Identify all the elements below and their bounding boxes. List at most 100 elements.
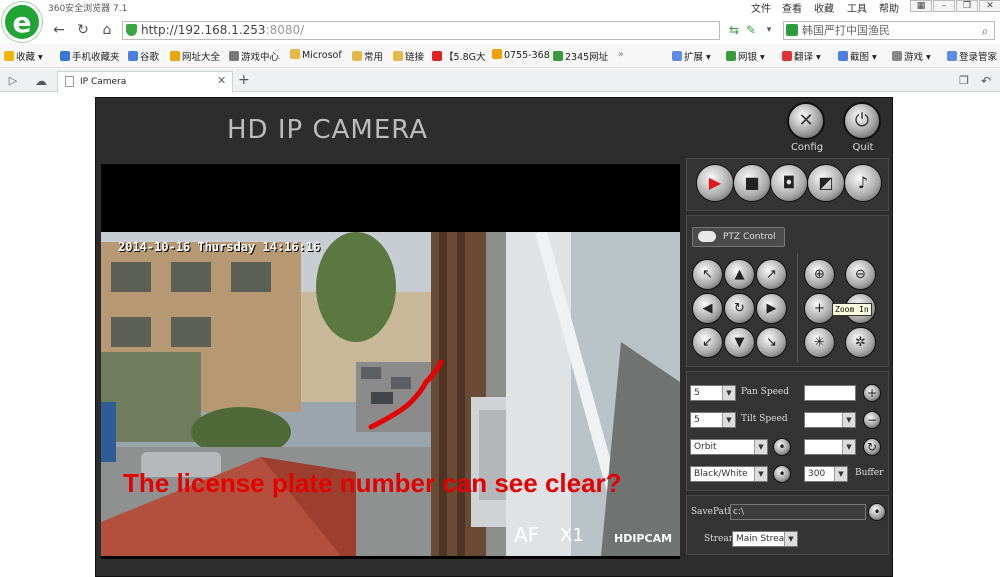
bookmark-games[interactable]: 游戏中心	[229, 49, 279, 63]
compat-mode-icon[interactable]: ⇆	[725, 21, 743, 39]
config-icon[interactable]: ✕	[787, 102, 825, 140]
bookmark-sites[interactable]: 网址大全	[170, 49, 220, 63]
undo-close-icon[interactable]: ↶	[977, 72, 995, 90]
bookmark-google[interactable]: 谷歌	[128, 49, 159, 63]
tool-translate[interactable]: 翻译 ▾	[782, 49, 821, 63]
scissors-icon	[838, 51, 848, 61]
sidebar-toggle-icon[interactable]: ▷	[4, 72, 22, 90]
iris-open-icon[interactable]: ✳	[804, 327, 835, 358]
color-mode-select[interactable]: Black/White ▼	[690, 466, 768, 482]
pan-speed-select[interactable]: 5 ▼	[690, 385, 736, 401]
refresh-icon[interactable]: ↻	[74, 21, 92, 39]
pan-speed-label: Pan Speed	[741, 387, 790, 397]
skin-icon[interactable]: ▦	[910, 0, 932, 12]
back-icon[interactable]: ←	[50, 21, 68, 39]
quit-label: Quit	[852, 142, 874, 153]
bookmark-2345[interactable]: 2345网址	[553, 49, 608, 63]
tab-ip-camera[interactable]: IP Camera	[57, 71, 233, 93]
tool-bank[interactable]: 网银 ▾	[726, 49, 765, 63]
bookmark-favorites[interactable]: 收藏 ▾	[4, 49, 43, 63]
color-mode-button[interactable]: •	[773, 465, 791, 483]
menu-favorites[interactable]: 收藏	[814, 0, 834, 15]
shield-icon	[726, 51, 736, 61]
microphone-icon[interactable]: ♪	[844, 164, 882, 202]
tilt-speed-select[interactable]: 5 ▼	[690, 412, 736, 428]
ptz-up-left-icon[interactable]: ↖	[692, 259, 723, 290]
gamepad-icon	[892, 51, 902, 61]
preset-select[interactable]: ▼	[804, 412, 856, 428]
restore-icon[interactable]: ❐	[956, 0, 978, 12]
tab-list-icon[interactable]: ❐	[955, 72, 973, 90]
zoom-out-icon[interactable]: ⊖	[845, 259, 876, 290]
search-icon[interactable]: ⌕	[976, 22, 994, 40]
snapshot-icon[interactable]: ◘	[770, 164, 808, 202]
ptz-down-left-icon[interactable]: ↙	[692, 327, 723, 358]
close-window-icon[interactable]: ✕	[979, 0, 1000, 12]
search-input[interactable]: 韩国严打中国渔民	[783, 21, 995, 40]
minimize-icon[interactable]: –	[933, 0, 955, 12]
call-preset-icon[interactable]: ↻	[863, 438, 881, 456]
stream-select[interactable]: Main Strea ▼	[732, 531, 798, 547]
menu-view[interactable]: 查看	[782, 0, 802, 15]
site-icon	[432, 51, 442, 61]
bookmark-links[interactable]: 链接	[393, 49, 424, 63]
ptz-down-icon[interactable]: ▼	[724, 327, 755, 358]
tool-login[interactable]: 登录管家	[947, 49, 997, 63]
ptz-control-label: PTZ Control	[723, 232, 776, 242]
folder-icon	[393, 51, 403, 61]
bookmark-common[interactable]: 常用	[352, 49, 383, 63]
browser-logo-icon: e	[2, 2, 42, 42]
focus-near-icon[interactable]: +	[804, 293, 835, 324]
menu-file[interactable]: 文件	[751, 0, 771, 15]
close-tab-icon[interactable]: ✕	[217, 74, 226, 87]
menu-tools[interactable]: 工具	[847, 0, 867, 15]
browse-icon[interactable]: •	[868, 503, 886, 521]
chevron-down-icon: ▼	[722, 413, 735, 427]
bookmarks-more-icon[interactable]: »	[618, 49, 624, 60]
address-bar[interactable]: http://192.168.1.253:8080/	[122, 21, 720, 40]
tool-extensions[interactable]: 扩展 ▾	[672, 49, 711, 63]
folder-icon	[290, 49, 300, 59]
page-icon	[65, 76, 74, 87]
phone-icon	[60, 51, 70, 61]
savepath-field[interactable]: c:\	[730, 504, 866, 520]
ptz-up-right-icon[interactable]: ↗	[756, 259, 787, 290]
translate-icon	[782, 51, 792, 61]
chevron-down-icon: ▼	[754, 467, 767, 481]
minus-icon[interactable]: −	[863, 411, 881, 429]
ptz-center-icon[interactable]: ↻	[724, 293, 755, 324]
ptz-down-right-icon[interactable]: ↘	[756, 327, 787, 358]
speed-mode-icon[interactable]: ✎	[742, 21, 760, 39]
search-engine-icon[interactable]	[786, 24, 798, 36]
clip-icon[interactable]: ◩	[807, 164, 845, 202]
new-tab-button[interactable]: +	[238, 72, 250, 88]
zoom-in-icon[interactable]: ⊕	[804, 259, 835, 290]
cloud-icon	[698, 231, 716, 242]
home-icon[interactable]: ⌂	[98, 21, 116, 39]
cloud-icon[interactable]: ☁	[32, 72, 50, 90]
bookmark-5-8g[interactable]: 【5.8G大	[432, 49, 485, 63]
stop-icon[interactable]: ■	[733, 164, 771, 202]
chevron-down-icon: ▼	[754, 440, 767, 454]
record-icon[interactable]: ▶	[696, 164, 734, 202]
ptz-left-icon[interactable]: ◀	[692, 293, 723, 324]
bookmark-0755[interactable]: 0755-368	[492, 49, 550, 61]
address-dropdown-icon[interactable]: ▾	[760, 21, 778, 39]
ptz-up-icon[interactable]: ▲	[724, 259, 755, 290]
orbit-button[interactable]: •	[773, 438, 791, 456]
iris-close-icon[interactable]: ✲	[845, 327, 876, 358]
tool-games[interactable]: 游戏 ▾	[892, 49, 931, 63]
call-preset-select[interactable]: ▼	[804, 439, 856, 455]
bookmark-microsoft[interactable]: Microsof	[290, 49, 342, 61]
tool-screenshot[interactable]: 截图 ▾	[838, 49, 877, 63]
buffer-select[interactable]: 300 ▼	[804, 466, 848, 482]
plus-icon[interactable]: +	[863, 384, 881, 402]
app-title: 360安全浏览器 7.1	[48, 4, 128, 14]
bookmark-mobile[interactable]: 手机收藏夹	[60, 49, 120, 63]
ptz-right-icon[interactable]: ▶	[756, 293, 787, 324]
pan-speed-field[interactable]	[804, 385, 856, 401]
quit-icon[interactable]: ⏻	[843, 102, 881, 140]
camera-title: HD IP CAMERA	[227, 115, 429, 145]
orbit-select[interactable]: Orbit ▼	[690, 439, 768, 455]
menu-help[interactable]: 帮助	[879, 0, 899, 15]
